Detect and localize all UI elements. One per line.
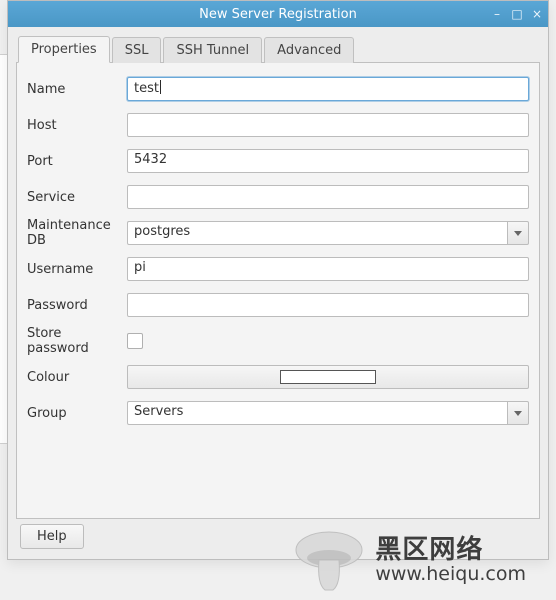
service-input[interactable] (127, 185, 529, 209)
tab-advanced[interactable]: Advanced (264, 37, 354, 63)
maintenance-db-value[interactable]: postgres (127, 221, 507, 245)
maintenance-db-combo[interactable]: postgres (127, 221, 529, 245)
titlebar-buttons: – □ × (490, 1, 544, 27)
colour-label: Colour (27, 370, 127, 385)
tab-ssl[interactable]: SSL (112, 37, 162, 63)
group-combo[interactable]: Servers (127, 401, 529, 425)
port-input[interactable]: 5432 (127, 149, 529, 173)
watermark-url: www.heiqu.com (375, 565, 526, 585)
titlebar[interactable]: New Server Registration – □ × (8, 1, 548, 27)
colour-swatch (280, 370, 376, 384)
tab-properties[interactable]: Properties (18, 36, 110, 63)
chevron-down-icon (514, 411, 522, 416)
name-input[interactable]: test (127, 77, 529, 101)
group-value[interactable]: Servers (127, 401, 507, 425)
maximize-icon[interactable]: □ (510, 7, 524, 21)
name-value: test (134, 81, 159, 96)
window-title: New Server Registration (8, 7, 548, 22)
store-password-label: Store password (27, 326, 127, 356)
group-label: Group (27, 406, 127, 421)
minimize-icon[interactable]: – (490, 7, 504, 21)
colour-button[interactable] (127, 365, 529, 389)
text-caret (160, 80, 161, 94)
username-label: Username (27, 262, 127, 277)
maintenance-db-dropdown-button[interactable] (507, 221, 529, 245)
tab-bar: Properties SSL SSH Tunnel Advanced (16, 35, 540, 63)
host-input[interactable] (127, 113, 529, 137)
password-input[interactable] (127, 293, 529, 317)
password-label: Password (27, 298, 127, 313)
group-dropdown-button[interactable] (507, 401, 529, 425)
properties-panel: Name test Host Port 5432 Service (16, 63, 540, 519)
host-label: Host (27, 118, 127, 133)
port-label: Port (27, 154, 127, 169)
tab-ssh-tunnel[interactable]: SSH Tunnel (163, 37, 262, 63)
help-button[interactable]: Help (20, 524, 84, 549)
store-password-checkbox[interactable] (127, 333, 143, 349)
username-input[interactable]: pi (127, 257, 529, 281)
new-server-registration-dialog: New Server Registration – □ × Properties… (7, 0, 549, 560)
service-label: Service (27, 190, 127, 205)
chevron-down-icon (514, 231, 522, 236)
maintenance-db-label: Maintenance DB (27, 218, 127, 248)
port-value: 5432 (134, 152, 167, 167)
name-label: Name (27, 82, 127, 97)
close-icon[interactable]: × (530, 7, 544, 21)
username-value: pi (134, 260, 146, 275)
